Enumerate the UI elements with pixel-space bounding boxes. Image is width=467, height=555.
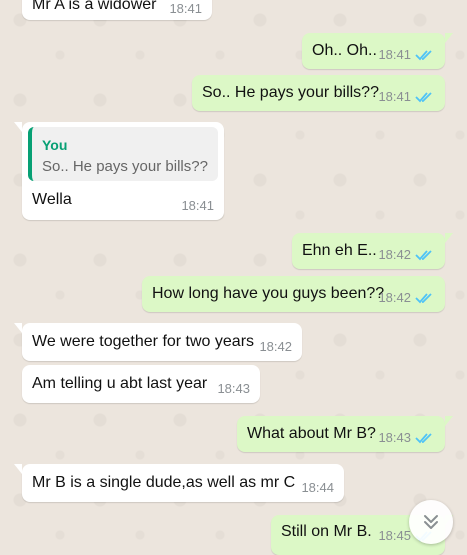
read-ticks-icon — [415, 91, 432, 102]
message-text: How long have you guys been?? — [152, 285, 385, 302]
read-ticks-icon — [415, 249, 432, 260]
message-outgoing[interactable]: What about Mr B? 18:43 — [237, 416, 453, 452]
message-incoming[interactable]: We were together for two years 18:42 — [14, 323, 302, 361]
message-incoming[interactable]: Am telling u abt last year 18:43 — [22, 365, 260, 403]
message-outgoing[interactable]: Oh.. Oh.. 18:41 — [302, 33, 453, 69]
message-time: 18:41 — [378, 47, 411, 62]
message-text: Mr B is a single dude,as well as mr C — [32, 474, 296, 491]
message-incoming-reply[interactable]: You So.. He pays your bills?? Wella 18:4… — [14, 122, 224, 220]
message-incoming[interactable]: Mr B is a single dude,as well as mr C 18… — [14, 464, 344, 502]
message-outgoing[interactable]: So.. He pays your bills?? 18:41 — [192, 75, 445, 111]
message-text: Am telling u abt last year — [32, 375, 208, 392]
message-time: 18:44 — [301, 480, 334, 495]
message-time: 18:43 — [217, 381, 250, 396]
message-text: Mr A is a widower — [32, 0, 157, 13]
message-text: What about Mr B? — [247, 425, 376, 442]
scroll-to-bottom-button[interactable] — [409, 500, 453, 544]
read-ticks-icon — [415, 292, 432, 303]
message-text: Oh.. Oh.. — [312, 42, 377, 59]
message-text: Ehn eh E.. — [302, 242, 377, 259]
quote-text: So.. He pays your bills?? — [42, 158, 208, 175]
read-ticks-icon — [415, 49, 432, 60]
message-time: 18:42 — [378, 290, 411, 305]
quote-author: You — [42, 137, 68, 153]
message-time: 18:41 — [181, 198, 214, 213]
message-outgoing[interactable]: How long have you guys been?? 18:42 — [142, 276, 445, 312]
read-ticks-icon — [415, 432, 432, 443]
message-text: Still on Mr B. — [281, 523, 372, 540]
double-chevron-down-icon — [424, 515, 438, 529]
message-time: 18:41 — [169, 1, 202, 16]
message-text: We were together for two years — [32, 333, 255, 350]
message-time: 18:43 — [378, 430, 411, 445]
quoted-message[interactable]: You So.. He pays your bills?? — [28, 127, 218, 181]
message-time: 18:42 — [378, 247, 411, 262]
message-text: Wella — [32, 191, 72, 208]
message-outgoing[interactable]: Ehn eh E.. 18:42 — [292, 233, 453, 269]
message-time: 18:41 — [378, 89, 411, 104]
message-incoming[interactable]: Mr A is a widower 18:41 — [22, 0, 212, 20]
message-time: 18:45 — [378, 528, 411, 543]
message-text: So.. He pays your bills?? — [202, 84, 379, 101]
message-time: 18:42 — [259, 339, 292, 354]
